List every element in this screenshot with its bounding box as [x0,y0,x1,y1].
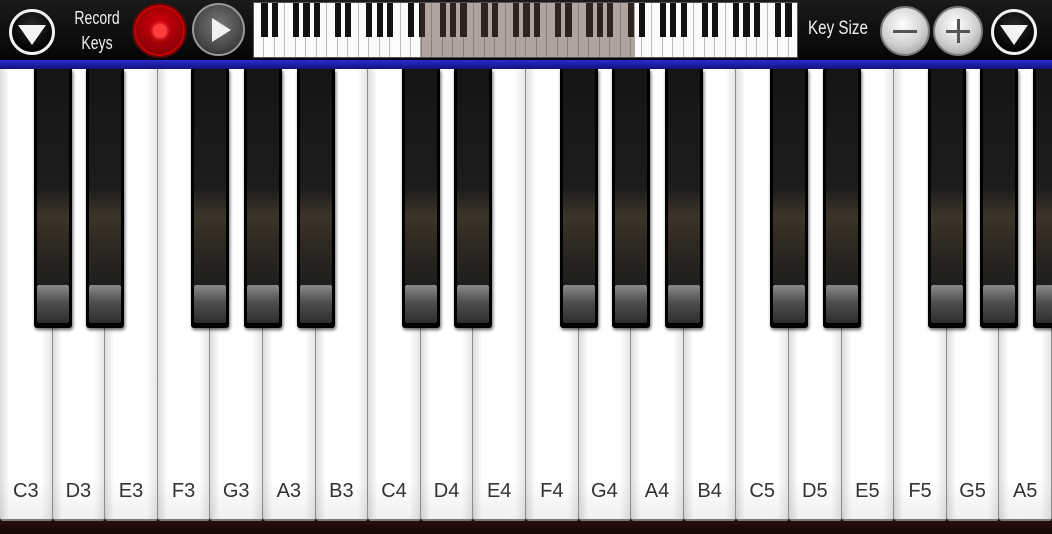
overview-black-key [345,3,352,37]
note-label: F5 [908,480,932,502]
keyboard-bottom-strip [0,521,1052,534]
key-size-increase-button[interactable] [933,6,983,56]
note-label: C4 [381,480,407,502]
overview-black-key [366,3,373,37]
black-key-c4-sharp[interactable] [401,69,440,328]
overview-black-key [670,3,677,37]
note-label: F3 [171,480,196,502]
black-key-a4-sharp[interactable] [664,69,703,328]
note-label: E3 [118,480,144,502]
keyboard-top-strip [0,60,1052,69]
black-key-c3-sharp[interactable] [33,69,72,328]
overview-black-key [743,3,750,37]
note-label: C5 [749,480,775,502]
overview-black-key [292,3,300,37]
black-key-c5-sharp[interactable] [770,69,808,328]
overview-black-key [387,3,394,37]
plus-icon [946,19,970,43]
overview-black-key [303,3,310,37]
overview-black-key [334,3,341,37]
record-icon [152,23,167,38]
note-label: F4 [540,480,564,502]
black-key-a5-sharp[interactable] [1033,69,1052,328]
note-label: A3 [276,480,302,502]
overview-black-key [659,3,666,37]
piano-keyboard: C3 D3 E3 F3 G3 A3 B3 C4 D4 E4 F4 G4 A4 B4 C5 D5 E5 F5 G5 A5 [0,69,1052,534]
overview-black-key [701,3,708,37]
overview-visible-range[interactable] [420,3,636,57]
note-label: A5 [1012,480,1038,502]
note-label: A4 [644,480,670,502]
note-label: D3 [65,480,92,502]
minus-icon [893,29,917,33]
note-label: D5 [802,480,828,502]
black-key-g4-sharp[interactable] [612,69,651,328]
overview-black-key [638,3,645,37]
right-menu-button[interactable] [991,9,1037,55]
play-icon [211,17,231,42]
note-label: C3 [13,480,39,502]
overview-black-key [313,3,321,37]
black-key-d3-sharp[interactable] [86,69,125,328]
note-label: D4 [433,480,460,502]
overview-black-key [408,3,415,37]
note-label: E4 [486,480,512,502]
overview-black-key [753,3,761,37]
left-menu-button[interactable] [9,9,55,55]
overview-black-key [261,3,268,37]
black-key-g3-sharp[interactable] [244,69,282,328]
record-button[interactable] [132,3,187,58]
overview-black-key [712,3,719,37]
black-key-a3-sharp[interactable] [296,69,335,328]
black-key-f5-sharp[interactable] [927,69,966,328]
overview-black-key [785,3,792,37]
black-key-d5-sharp[interactable] [822,69,861,328]
black-key-f4-sharp[interactable] [559,69,598,328]
chevron-down-icon [1000,24,1028,45]
overview-black-key [680,3,687,37]
note-label: G3 [222,480,250,502]
note-label: G5 [959,480,986,502]
top-toolbar: Record Keys Key Size [0,0,1052,62]
keyboard-overview-scroller[interactable] [253,2,798,58]
overview-black-key [376,3,383,37]
key-size-decrease-button[interactable] [880,6,930,56]
black-key-d4-sharp[interactable] [454,69,493,328]
note-label: B4 [697,480,722,502]
note-label: E5 [855,480,880,502]
note-label: B3 [329,480,354,502]
play-button[interactable] [192,3,245,56]
black-key-f3-sharp[interactable] [191,69,230,328]
overview-black-key [774,3,782,37]
chevron-down-icon [18,24,46,45]
black-key-g5-sharp[interactable] [980,69,1019,328]
record-keys-label: Record Keys [74,8,120,53]
overview-black-key [732,3,740,37]
note-label: G4 [591,480,618,502]
key-size-label: Key Size [808,18,868,39]
overview-black-key [271,3,279,37]
